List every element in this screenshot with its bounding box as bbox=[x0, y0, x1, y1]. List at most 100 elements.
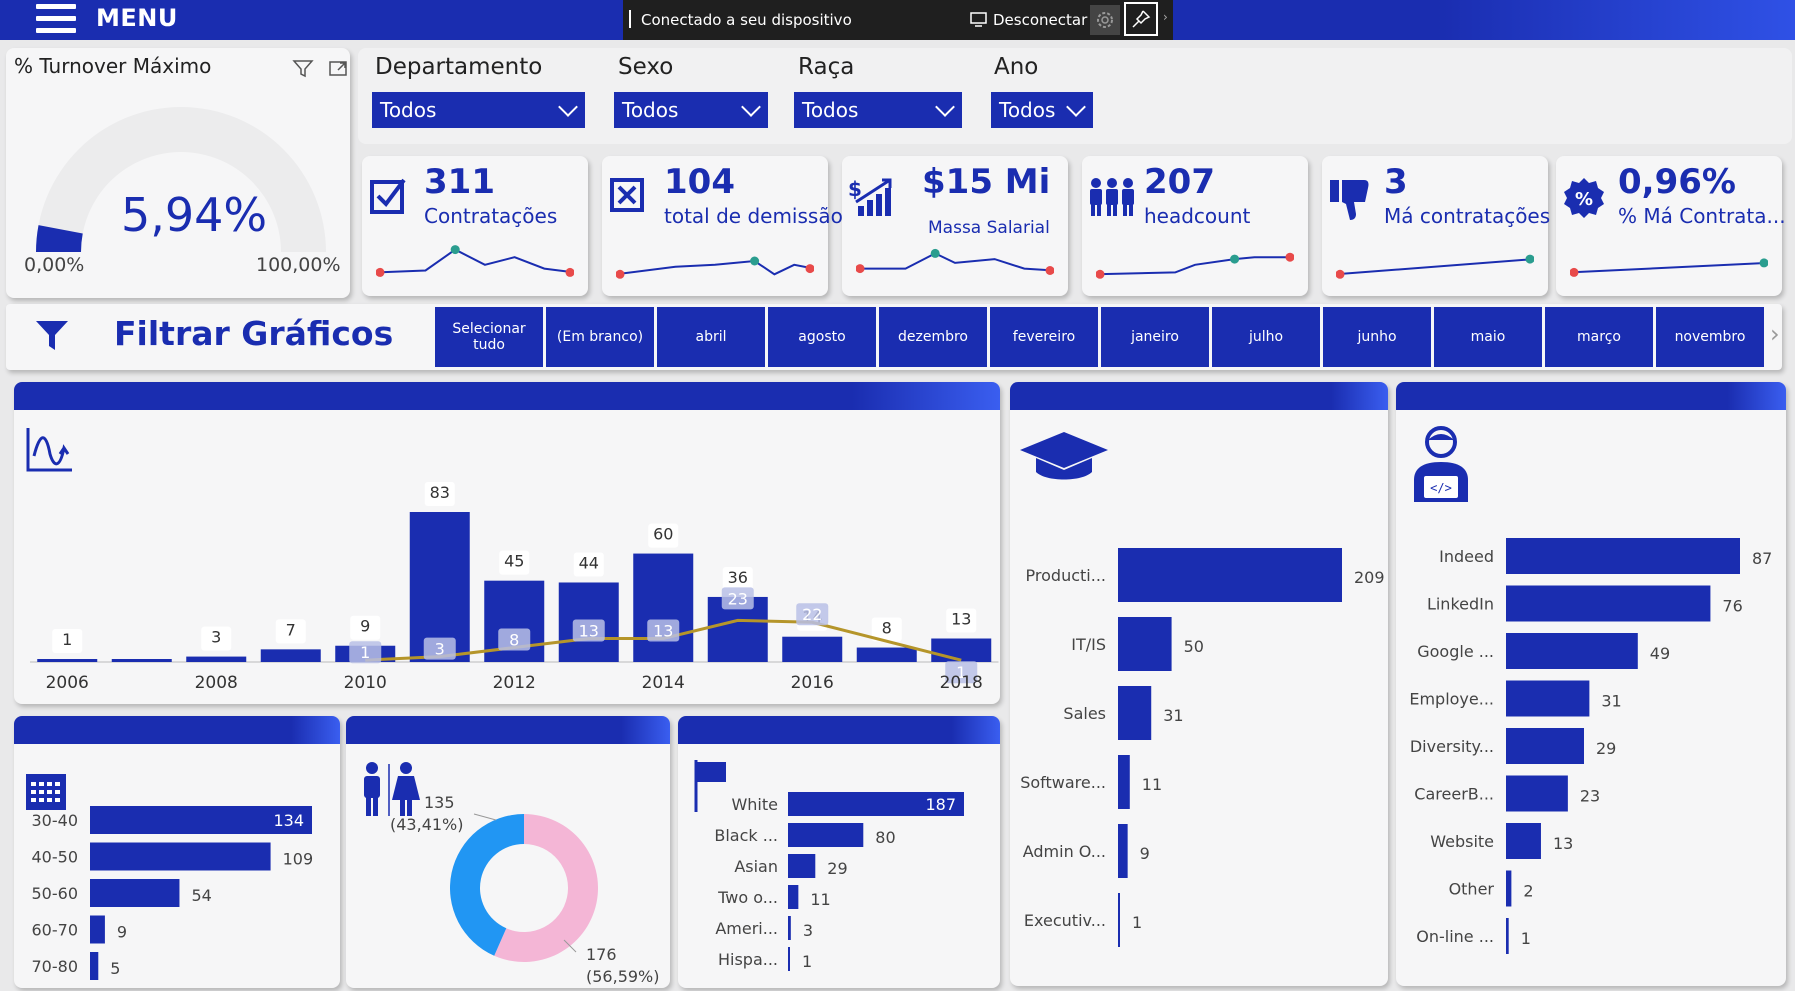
x-tick-label: 2018 bbox=[940, 673, 983, 693]
sex-dropdown-value: Todos bbox=[622, 98, 679, 122]
category-label: On-line ... bbox=[1416, 927, 1494, 946]
bar-value-label: 13 bbox=[1553, 834, 1573, 853]
kpi-sparkline bbox=[1096, 252, 1294, 279]
bar-label: 83 bbox=[430, 483, 450, 502]
month-slicer-button[interactable]: fevereiro bbox=[990, 307, 1098, 367]
chevron-right-icon[interactable]: › bbox=[1163, 10, 1168, 24]
bar bbox=[260, 649, 321, 662]
bar bbox=[788, 854, 816, 878]
bar-value-label: 187 bbox=[925, 795, 956, 814]
bar-value-label: 87 bbox=[1752, 549, 1772, 568]
sparkline-start-dot bbox=[616, 269, 625, 279]
settings-gear-icon[interactable] bbox=[1090, 5, 1120, 35]
month-slicer-button[interactable]: março bbox=[1545, 307, 1653, 367]
race-dropdown-value: Todos bbox=[802, 98, 859, 122]
month-slicer-button[interactable]: Selecionar tudo bbox=[435, 307, 543, 367]
hamburger-menu-icon[interactable] bbox=[36, 4, 78, 34]
sparkline-marker-dot bbox=[1230, 254, 1240, 264]
month-slicer-button[interactable]: (Em branco) bbox=[546, 307, 654, 367]
month-slicer-button[interactable]: dezembro bbox=[879, 307, 987, 367]
bar bbox=[1506, 775, 1568, 812]
age-bar-chart: 30-40 134 40-50 109 50-60 54 60-70 9 70-80 5 bbox=[32, 806, 313, 980]
month-slicer-button[interactable]: janeiro bbox=[1101, 307, 1209, 367]
category-label: Diversity... bbox=[1410, 737, 1494, 756]
source-bar-chart: Indeed 87 LinkedIn 76 Google ... 49 Employe...… bbox=[1409, 538, 1772, 954]
category-label: Ameri... bbox=[715, 919, 778, 938]
department-chart-card: Producti... 209 IT/IS 50 Sales 31 Software... 1… bbox=[1010, 382, 1388, 986]
sparkline-path bbox=[376, 248, 574, 274]
race-dropdown[interactable]: Todos bbox=[794, 92, 962, 128]
month-slicer-button[interactable]: agosto bbox=[768, 307, 876, 367]
bar bbox=[633, 553, 694, 662]
month-slicer-button[interactable]: abril bbox=[657, 307, 765, 367]
gauge-value: 5,94% bbox=[121, 188, 268, 242]
sparkline-path bbox=[616, 259, 814, 276]
category-label: 30-40 bbox=[32, 811, 79, 830]
sparkline-end-dot bbox=[805, 264, 814, 274]
year-bar-line-chart: 1379834544603614813138131323221200620082… bbox=[30, 482, 999, 693]
sex-dropdown[interactable]: Todos bbox=[614, 92, 768, 128]
x-tick-label: 2012 bbox=[493, 673, 536, 693]
sparkline-end-dot bbox=[1045, 266, 1054, 275]
bar-label: 9 bbox=[360, 617, 370, 636]
x-tick-label: 2008 bbox=[195, 673, 238, 693]
filter-icon[interactable] bbox=[292, 58, 314, 78]
chevron-down-icon bbox=[1066, 97, 1086, 117]
kpi-card: $ $15 Mi Massa Salarial bbox=[842, 156, 1068, 296]
bar bbox=[1506, 538, 1740, 574]
category-label: Asian bbox=[734, 857, 778, 876]
kpi-card: 3 Má contratações bbox=[1322, 156, 1550, 296]
bar-label: 60 bbox=[653, 525, 673, 544]
sparkline-marker-dot bbox=[1525, 254, 1534, 264]
bar bbox=[782, 636, 843, 662]
month-slicer-button[interactable]: julho bbox=[1212, 307, 1320, 367]
svg-text:$: $ bbox=[848, 177, 862, 201]
thumbs-down-icon bbox=[1330, 180, 1369, 220]
bar bbox=[90, 842, 271, 871]
bar bbox=[1506, 918, 1509, 954]
year-chart-card: 1379834544603614813138131323221200620082… bbox=[14, 382, 1000, 704]
bar bbox=[1506, 680, 1590, 717]
department-dropdown[interactable]: Todos bbox=[372, 92, 585, 128]
department-dropdown-value: Todos bbox=[380, 98, 437, 122]
month-slicer-button[interactable]: novembro bbox=[1656, 307, 1764, 367]
checkbox-icon bbox=[370, 178, 406, 214]
bar bbox=[1506, 870, 1512, 907]
line-label: 1 bbox=[360, 643, 370, 662]
donut-pct-label: (43,41%) bbox=[390, 815, 464, 834]
chevron-down-icon bbox=[741, 97, 761, 117]
menu-label[interactable]: MENU bbox=[96, 4, 178, 32]
bar-value-label: 29 bbox=[827, 859, 847, 878]
category-label: Black ... bbox=[714, 826, 778, 845]
bar-value-label: 80 bbox=[875, 828, 895, 847]
kpi-value: 0,96% bbox=[1618, 162, 1736, 202]
disconnect-button[interactable]: Desconectar bbox=[993, 11, 1087, 29]
bar bbox=[1118, 686, 1152, 740]
bar bbox=[90, 879, 180, 907]
filter-label-department: Departamento bbox=[375, 54, 543, 80]
category-label: Website bbox=[1430, 832, 1494, 851]
month-slicer-button[interactable]: maio bbox=[1434, 307, 1542, 367]
category-label: CareerB... bbox=[1414, 785, 1494, 804]
year-dropdown[interactable]: Todos bbox=[991, 92, 1093, 128]
chevron-right-icon[interactable]: › bbox=[1770, 320, 1780, 348]
turnover-gauge-card: % Turnover Máximo 5,94% 0,00% 100,00% bbox=[6, 48, 350, 298]
category-label: Software... bbox=[1020, 773, 1106, 792]
bar-label: 1 bbox=[62, 630, 72, 649]
bar-label: 44 bbox=[579, 553, 599, 572]
expand-icon[interactable] bbox=[328, 58, 350, 78]
month-slicer-button[interactable]: junho bbox=[1323, 307, 1431, 367]
x-tick-label: 2016 bbox=[791, 673, 834, 693]
filter-label-sex: Sexo bbox=[618, 54, 674, 80]
bar-value-label: 31 bbox=[1163, 706, 1183, 725]
x-tick-label: 2006 bbox=[46, 673, 89, 693]
sparkline-start-dot bbox=[856, 264, 865, 274]
line-label: 13 bbox=[579, 622, 599, 641]
donut-label: 176 bbox=[586, 945, 617, 964]
pin-icon[interactable] bbox=[1124, 2, 1158, 36]
race-chart-card: White 187 Black ... 80 Asian 29 Two o... 11 Amer… bbox=[678, 716, 1000, 988]
category-label: Two o... bbox=[717, 888, 778, 907]
bar-value-label: 9 bbox=[1140, 844, 1150, 863]
bar-value-label: 50 bbox=[1184, 637, 1204, 656]
drag-handle-icon[interactable] bbox=[629, 10, 631, 28]
